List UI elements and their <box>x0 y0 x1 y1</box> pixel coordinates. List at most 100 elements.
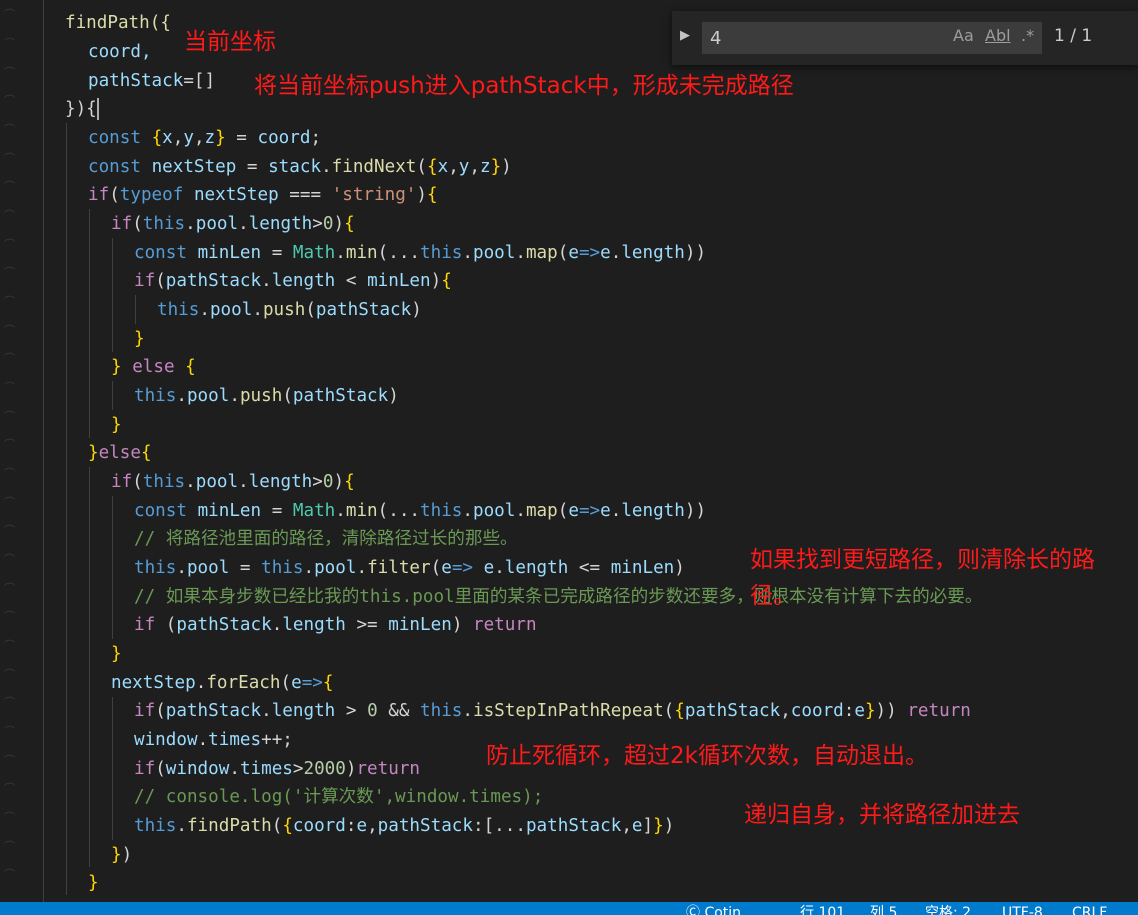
gutter-fold-mark: ⌒ <box>4 381 15 394</box>
editor-gutter: ⌒ ⌒ ⌒ ⌒ ⌒ ⌒ ⌒ ⌒ ⌒ ⌒ ⌒ ⌒ ⌒ ⌒ ⌒ ⌒ ⌒ ⌒ ⌒ ⌒ … <box>0 0 44 902</box>
gutter-fold-mark: ⌒ <box>4 66 15 79</box>
gutter-fold-mark: ⌒ <box>4 610 15 623</box>
code-line: const {x,y,z} = coord; <box>88 128 322 148</box>
annotation-recursion: 递归自身，并将路径加进去 <box>744 802 1020 828</box>
code-line: const minLen = Math.min(...this.pool.map… <box>134 501 707 521</box>
status-item-account[interactable]: Ⓒ Cotin <box>686 906 741 915</box>
code-comment: // 如果本身步数已经比我的this.pool里面的某条已完成路径的步数还要多，… <box>134 587 983 607</box>
gutter-fold-mark: ⌒ <box>4 295 15 308</box>
regex-icon[interactable]: .* <box>1021 26 1034 46</box>
gutter-fold-mark: ⌒ <box>4 668 15 681</box>
code-line: if(pathStack.length < minLen){ <box>134 271 452 291</box>
gutter-fold-mark: ⌒ <box>4 37 15 50</box>
code-line: nextStep.forEach(e=>{ <box>111 673 334 693</box>
code-line: this.pool.push(pathStack) <box>157 300 422 320</box>
gutter-fold-mark: ⌒ <box>4 8 15 21</box>
find-widget: ▶ Aa Abl .* 1 / 1 <box>672 11 1138 65</box>
whole-word-icon[interactable]: Abl <box>985 26 1011 46</box>
code-line: } <box>88 873 99 893</box>
indent-guide <box>112 697 113 840</box>
indent-guide <box>43 0 44 902</box>
code-number: 2000 <box>303 759 346 779</box>
gutter-fold-mark: ⌒ <box>4 180 15 193</box>
code-number: 0 <box>367 701 378 721</box>
gutter-fold-mark: ⌒ <box>4 639 15 652</box>
code-string: 'string' <box>331 185 417 205</box>
gutter-fold-mark: ⌒ <box>4 324 15 337</box>
gutter-fold-mark: ⌒ <box>4 782 15 795</box>
status-line[interactable]: 行 101 <box>800 906 845 915</box>
gutter-fold-mark: ⌒ <box>4 582 15 595</box>
gutter-fold-mark: ⌒ <box>4 438 15 451</box>
gutter-fold-mark: ⌒ <box>4 123 15 136</box>
gutter-fold-mark: ⌒ <box>4 209 15 222</box>
indent-guide <box>112 496 113 639</box>
code-line: } <box>111 415 122 435</box>
code-line: // 如果本身步数已经比我的this.pool里面的某条已完成路径的步数还要多，… <box>134 583 982 612</box>
code-param-pathstack: pathStack <box>88 71 184 91</box>
chevron-right-icon[interactable]: ▶ <box>680 28 690 43</box>
code-comment: // console.log('计算次数',window.times); <box>134 787 544 807</box>
annotation-prevent-loop: 防止死循环，超过2k循环次数，自动退出。 <box>486 743 928 769</box>
code-line: this.pool = this.pool.filter(e=> e.lengt… <box>134 558 685 578</box>
indent-guide <box>112 238 113 352</box>
code-line: if(pathStack.length > 0 && this.isStepIn… <box>134 701 971 721</box>
code-line: window.times++; <box>134 730 293 750</box>
code-comment: // 将路径池里面的路径，清除路径过长的那些。 <box>134 529 518 549</box>
gutter-fold-mark: ⌒ <box>4 352 15 365</box>
code-line: } <box>111 644 122 664</box>
text-cursor <box>96 98 99 120</box>
indent-guide <box>66 123 67 895</box>
gutter-fold-mark: ⌒ <box>4 467 15 480</box>
annotation-current-coord: 当前坐标 <box>184 29 276 55</box>
code-line: pathStack=[] <box>88 67 215 96</box>
find-result-count: 1 / 1 <box>1054 26 1093 46</box>
code-line: this.pool.push(pathStack) <box>134 386 399 406</box>
code-line: this.findPath({coord:e,pathStack:[...pat… <box>134 816 675 836</box>
gutter-fold-mark: ⌒ <box>4 94 15 107</box>
annotation-push-pathstack: 将当前坐标push进入pathStack中，形成未完成路径 <box>254 73 794 99</box>
code-line: // 将路径池里面的路径，清除路径过长的那些。 <box>134 525 518 554</box>
code-default-value: =[] <box>183 71 216 91</box>
match-case-icon[interactable]: Aa <box>953 26 974 46</box>
gutter-fold-mark: ⌒ <box>4 266 15 279</box>
gutter-fold-mark: ⌒ <box>4 840 15 853</box>
code-line: if(typeof nextStep === 'string'){ <box>88 185 438 205</box>
indent-guide <box>89 209 90 438</box>
status-column[interactable]: 列 5 <box>870 906 897 915</box>
code-line: if(this.pool.length>0){ <box>111 214 355 234</box>
gutter-fold-mark: ⌒ <box>4 524 15 537</box>
indent-guide <box>112 381 113 410</box>
status-eol[interactable]: CRLF <box>1072 906 1107 915</box>
code-identifier: coord <box>257 128 311 148</box>
gutter-fold-mark: ⌒ <box>4 410 15 423</box>
gutter-fold-mark: ⌒ <box>4 696 15 709</box>
gutter-fold-mark: ⌒ <box>4 811 15 824</box>
code-identifier: stack <box>268 157 322 177</box>
code-line: if (pathStack.length >= minLen) return <box>134 615 537 635</box>
code-line: }) <box>111 845 133 865</box>
code-text: }){ <box>65 99 97 119</box>
code-line: const minLen = Math.min(...this.pool.map… <box>134 243 707 263</box>
code-line: // console.log('计算次数',window.times); <box>134 783 543 812</box>
gutter-fold-mark: ⌒ <box>4 152 15 165</box>
code-line: findPath({ <box>65 9 171 38</box>
status-encoding[interactable]: UTF-8 <box>1002 906 1043 915</box>
code-function-signature: findPath({ <box>65 13 171 33</box>
code-line: coord, <box>88 38 152 67</box>
indent-guide <box>135 295 136 324</box>
annotation-shorter-path: 如果找到更短路径，则清除长的路 <box>750 547 1095 573</box>
annotation-shorter-path-cont: 径。 <box>750 583 796 609</box>
code-editor[interactable]: ⌒ ⌒ ⌒ ⌒ ⌒ ⌒ ⌒ ⌒ ⌒ ⌒ ⌒ ⌒ ⌒ ⌒ ⌒ ⌒ ⌒ ⌒ ⌒ ⌒ … <box>0 0 1138 902</box>
gutter-fold-mark: ⌒ <box>4 868 15 881</box>
code-number: 0 <box>322 214 334 234</box>
code-line: if(window.times>2000)return <box>134 759 421 779</box>
gutter-fold-mark: ⌒ <box>4 725 15 738</box>
gutter-fold-mark: ⌒ <box>4 238 15 251</box>
status-bar: Ⓒ Cotin 行 101 列 5 空格: 2 UTF-8 CRLF <box>0 902 1138 915</box>
code-param-coord: coord, <box>88 42 152 62</box>
status-indent[interactable]: 空格: 2 <box>925 906 971 915</box>
indent-guide <box>89 467 90 867</box>
code-line: }){ <box>65 95 99 124</box>
code-line: }else{ <box>88 443 152 463</box>
